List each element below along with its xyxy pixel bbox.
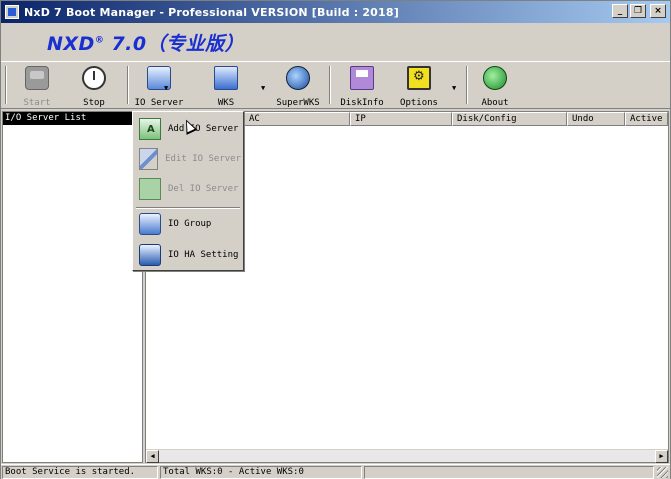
start-button[interactable]: Start bbox=[17, 64, 57, 108]
options-label: Options bbox=[400, 98, 438, 108]
wks-count-status: Total WKS:0 - Active WKS:0 bbox=[160, 466, 362, 479]
status-bar: Boot Service is started. Total WKS:0 - A… bbox=[1, 464, 670, 479]
brand-version: 7.0（专业版） bbox=[104, 33, 245, 55]
wks-dropdown-arrow-icon[interactable]: ▼ bbox=[261, 84, 265, 92]
menu-item-label: IO Group bbox=[168, 219, 212, 229]
diskinfo-button[interactable]: DiskInfo bbox=[339, 64, 385, 108]
toolbar: Start Stop IO Server ▼ WKS ▼ SuperWKS Di… bbox=[1, 61, 670, 109]
menu-item-io-ha-setting[interactable]: IO HA Setting bbox=[135, 240, 241, 270]
toolbar-separator bbox=[127, 66, 129, 104]
service-status: Boot Service is started. bbox=[2, 466, 158, 479]
menu-item-io-group[interactable]: IO Group bbox=[135, 209, 241, 239]
menu-item-label: Edit IO Server bbox=[165, 154, 241, 164]
io-server-label: IO Server bbox=[134, 98, 184, 108]
about-icon bbox=[483, 66, 507, 90]
grid-column-header[interactable]: Disk/Config bbox=[452, 112, 567, 126]
status-extra bbox=[364, 466, 654, 479]
wks-icon bbox=[214, 66, 238, 90]
options-button[interactable]: Options bbox=[397, 64, 441, 108]
diskinfo-icon bbox=[350, 66, 374, 90]
resize-grip-icon[interactable] bbox=[657, 467, 668, 478]
about-button[interactable]: About bbox=[477, 64, 513, 108]
stop-label: Stop bbox=[83, 98, 105, 108]
brand-name: NXD bbox=[47, 33, 95, 55]
brand-logo: NXD® 7.0（专业版） bbox=[47, 29, 244, 56]
options-icon bbox=[407, 66, 431, 90]
superwks-icon bbox=[286, 66, 310, 90]
add-server-icon bbox=[139, 118, 161, 140]
edit-pencil-icon bbox=[139, 148, 159, 170]
io-server-button[interactable]: IO Server bbox=[135, 64, 183, 108]
io-group-icon bbox=[139, 213, 161, 235]
scroll-right-icon[interactable]: ▶ bbox=[655, 450, 668, 463]
minimize-button[interactable]: _ bbox=[612, 4, 628, 18]
io-server-dropdown-arrow-icon[interactable]: ▼ bbox=[164, 84, 168, 92]
grid-column-header[interactable]: Undo bbox=[567, 112, 625, 126]
window-controls: _ ❐ × bbox=[612, 4, 666, 18]
menu-item-label: IO HA Setting bbox=[168, 250, 239, 260]
grid-column-header[interactable]: Active bbox=[625, 112, 668, 126]
io-server-menu: Add IO Server Edit IO Server Del IO Serv… bbox=[132, 111, 244, 271]
title-bar[interactable]: NxD 7 Boot Manager - Professional VERSIO… bbox=[1, 1, 670, 23]
io-server-list-header: I/O Server List bbox=[3, 112, 142, 125]
grid-column-header[interactable]: AC bbox=[244, 112, 350, 126]
window-title: NxD 7 Boot Manager - Professional VERSIO… bbox=[24, 5, 399, 19]
wks-label: WKS bbox=[217, 98, 235, 108]
toolbar-separator bbox=[329, 66, 331, 104]
stop-icon bbox=[82, 66, 106, 90]
stop-button[interactable]: Stop bbox=[73, 64, 115, 108]
brand-reg: ® bbox=[94, 35, 105, 46]
main-window: NxD 7 Boot Manager - Professional VERSIO… bbox=[0, 0, 671, 479]
menu-item-label: Add IO Server bbox=[168, 124, 239, 134]
menu-item-edit-io-server[interactable]: Edit IO Server bbox=[135, 144, 241, 174]
start-icon bbox=[25, 66, 49, 90]
options-dropdown-arrow-icon[interactable]: ▼ bbox=[452, 84, 456, 92]
app-icon[interactable] bbox=[5, 5, 19, 19]
scroll-left-icon[interactable]: ◀ bbox=[146, 450, 159, 463]
io-ha-icon bbox=[139, 244, 161, 266]
wks-button[interactable]: WKS bbox=[206, 64, 246, 108]
menu-item-label: Del IO Server bbox=[168, 184, 239, 194]
io-server-list-panel[interactable]: I/O Server List bbox=[2, 111, 143, 463]
menu-item-del-io-server[interactable]: Del IO Server bbox=[135, 174, 241, 204]
close-button[interactable]: × bbox=[650, 4, 666, 18]
about-label: About bbox=[481, 98, 509, 108]
delete-server-icon bbox=[139, 178, 161, 200]
superwks-label: SuperWKS bbox=[276, 98, 320, 108]
restore-button[interactable]: ❐ bbox=[630, 4, 646, 18]
toolbar-separator bbox=[466, 66, 468, 104]
horizontal-scrollbar[interactable]: ◀ ▶ bbox=[146, 449, 668, 463]
grid-column-header[interactable]: IP bbox=[350, 112, 452, 126]
superwks-button[interactable]: SuperWKS bbox=[275, 64, 321, 108]
diskinfo-label: DiskInfo bbox=[340, 98, 384, 108]
brand-banner: NXD® 7.0（专业版） bbox=[1, 23, 670, 61]
start-label: Start bbox=[23, 98, 51, 108]
toolbar-separator bbox=[5, 66, 7, 104]
